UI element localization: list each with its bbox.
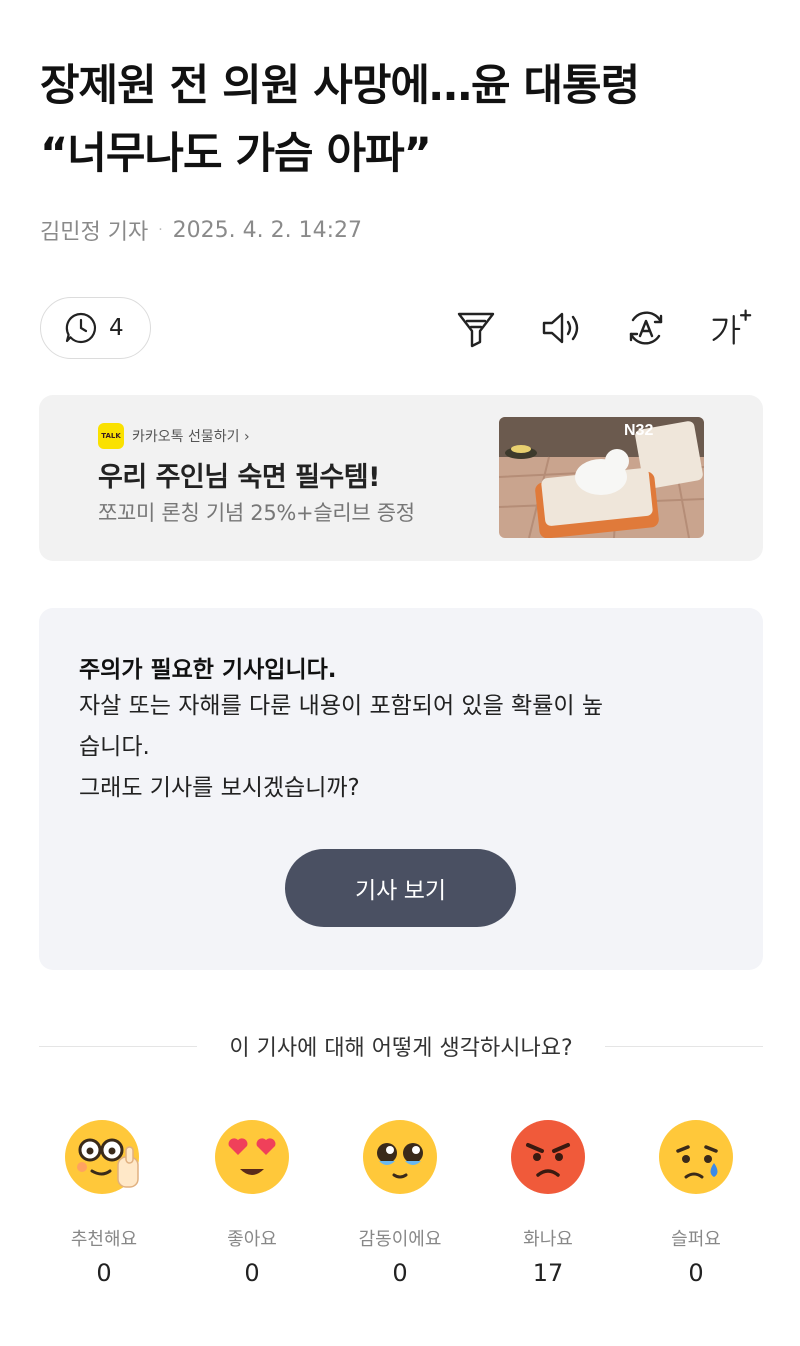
heart-eyes-emoji-icon	[215, 1120, 289, 1194]
angry-emoji-icon	[511, 1120, 585, 1194]
reaction-list: 추천해요 0 좋아요 0 감동이에요 0 화나요 17 슬퍼요 0	[30, 1117, 770, 1297]
reaction-label: 슬퍼요	[671, 1229, 721, 1250]
reaction-label: 좋아요	[227, 1229, 277, 1250]
reaction-like[interactable]: 좋아요 0	[192, 1117, 312, 1287]
sad-emoji-icon	[659, 1120, 733, 1194]
divider-left	[39, 1045, 198, 1047]
ad-subtext: 쪼꼬미 론칭 기념 25%+슬리브 증정	[98, 501, 415, 525]
warning-line-2: 습니다.	[79, 734, 150, 760]
tts-button[interactable]	[538, 305, 584, 351]
publish-datetime: 2025. 4. 2. 14:27	[172, 217, 362, 243]
reaction-label: 감동이에요	[358, 1229, 442, 1250]
article-toolbar: 4	[40, 297, 762, 359]
ad-headline: 우리 주인님 숙면 필수템!	[98, 462, 380, 493]
speaker-icon	[542, 312, 579, 344]
comment-count: 4	[109, 315, 124, 341]
reaction-touched[interactable]: 감동이에요 0	[340, 1117, 460, 1287]
recommend-emoji-icon	[65, 1120, 139, 1194]
reaction-count: 0	[96, 1259, 112, 1287]
translate-icon	[629, 311, 663, 345]
font-size-button[interactable]	[708, 305, 754, 351]
sensitive-content-warning: 주의가 필요한 기사입니다. 자살 또는 자해를 다룬 내용이 포함되어 있을 …	[39, 608, 763, 970]
ad-brand-label: 카카오톡 선물하기 ›	[132, 429, 250, 445]
touched-emoji-icon	[363, 1120, 437, 1194]
article-title: 장제원 전 의원 사망에…윤 대통령 “너무나도 가슴 아파”	[40, 52, 760, 188]
warning-line-1: 자살 또는 자해를 다룬 내용이 포함되어 있을 확률이 높	[79, 693, 604, 719]
reaction-label: 화나요	[523, 1229, 573, 1250]
warning-title: 주의가 필요한 기사입니다.	[79, 657, 337, 683]
article-meta: 김민정 기자 · 2025. 4. 2. 14:27	[40, 214, 362, 246]
ad-banner[interactable]: TALK 카카오톡 선물하기 › 우리 주인님 숙면 필수템! 쪼꼬미 론칭 기…	[39, 395, 763, 561]
divider-right	[604, 1045, 764, 1047]
comment-clock-icon	[65, 312, 97, 344]
reaction-label: 추천해요	[70, 1229, 138, 1250]
summary-button[interactable]	[453, 305, 499, 351]
ad-thumb-logo: N32	[624, 422, 653, 439]
reaction-angry[interactable]: 화나요 17	[488, 1117, 608, 1287]
article-title-line-2: “너무나도 가슴 아파”	[40, 129, 432, 179]
reaction-recommend[interactable]: 추천해요 0	[44, 1117, 164, 1287]
warning-body: 자살 또는 자해를 다룬 내용이 포함되어 있을 확률이 높 습니다. 그래도 …	[79, 686, 729, 809]
reaction-prompt: 이 기사에 대해 어떻게 생각하시나요?	[229, 1036, 573, 1061]
view-article-button[interactable]: 기사 보기	[285, 849, 516, 927]
ad-brand[interactable]: TALK 카카오톡 선물하기 ›	[98, 423, 250, 449]
warning-line-3: 그래도 기사를 보시겠습니까?	[79, 775, 360, 801]
summary-filter-icon	[457, 312, 495, 348]
reaction-count: 0	[244, 1259, 260, 1287]
article-title-line-1: 장제원 전 의원 사망에…윤 대통령	[40, 61, 640, 111]
reaction-count: 0	[688, 1259, 704, 1287]
ad-product-image: N32	[499, 417, 704, 538]
reaction-count: 0	[392, 1259, 408, 1287]
font-size-icon	[712, 309, 752, 345]
comment-button[interactable]: 4	[40, 297, 151, 359]
meta-separator: ·	[158, 222, 163, 238]
reaction-count: 17	[532, 1259, 564, 1287]
reaction-prompt-row: 이 기사에 대해 어떻게 생각하시나요?	[39, 1028, 764, 1064]
reaction-sad[interactable]: 슬퍼요 0	[636, 1117, 756, 1287]
author-name[interactable]: 김민정 기자	[40, 214, 148, 246]
kakaotalk-logo-icon: TALK	[98, 423, 124, 449]
translate-button[interactable]	[623, 305, 669, 351]
